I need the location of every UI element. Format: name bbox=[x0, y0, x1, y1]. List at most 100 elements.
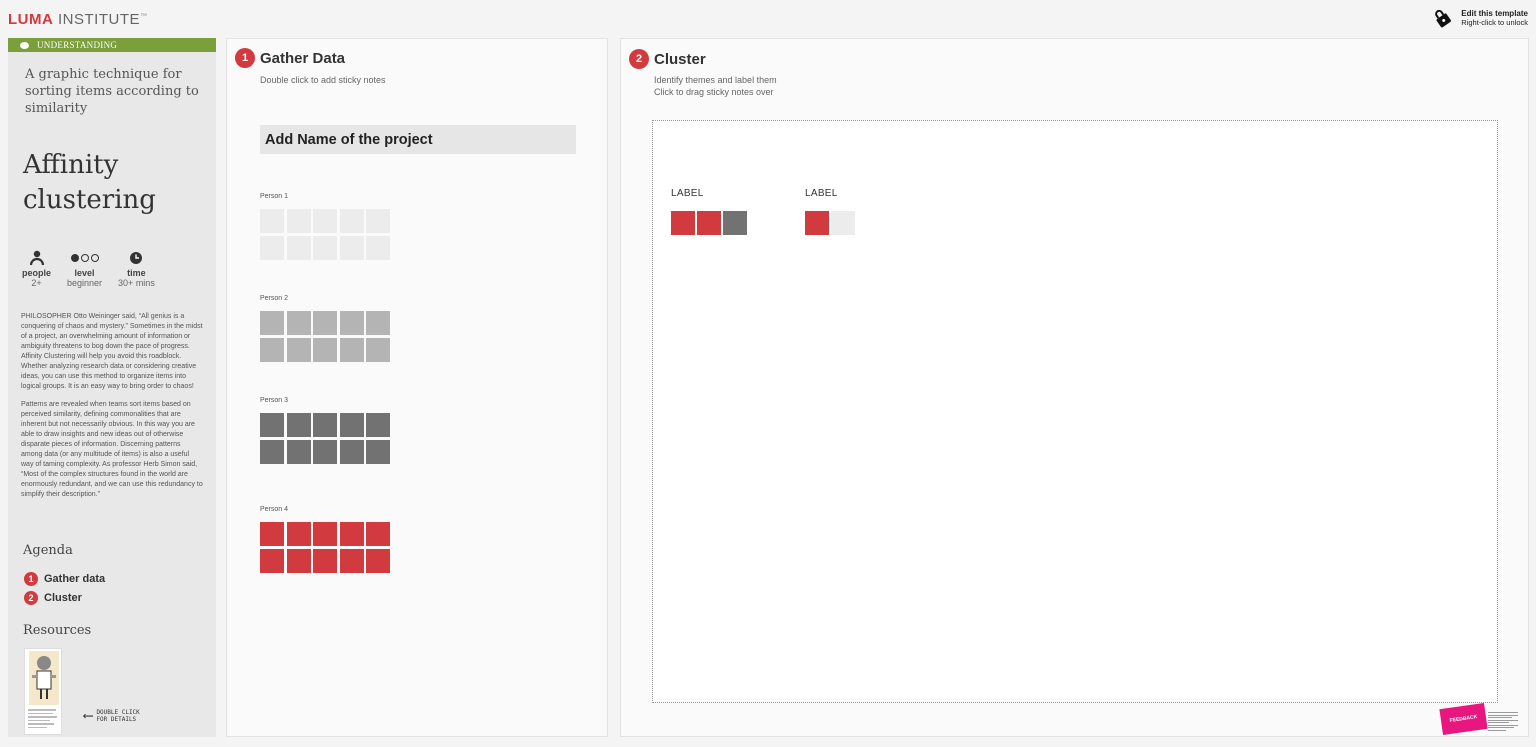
stat-time-value: 30+ mins bbox=[118, 278, 155, 288]
sticky-note[interactable] bbox=[339, 439, 364, 464]
sticky-note[interactable] bbox=[260, 439, 284, 464]
sticky-note[interactable] bbox=[286, 413, 311, 437]
sticky-note[interactable] bbox=[286, 522, 311, 546]
sticky-note[interactable] bbox=[339, 337, 364, 362]
sticky-note[interactable] bbox=[260, 522, 284, 546]
sticky-note[interactable] bbox=[260, 311, 284, 335]
gather-data-title-text: Gather Data bbox=[260, 49, 346, 67]
sticky-note[interactable] bbox=[260, 548, 284, 573]
sticky-note[interactable] bbox=[366, 311, 390, 335]
sticky-note[interactable] bbox=[260, 337, 284, 362]
stat-level: level beginner bbox=[67, 250, 102, 288]
sticky-note[interactable] bbox=[366, 235, 390, 260]
person-2-notes bbox=[260, 311, 390, 362]
sticky-note[interactable] bbox=[723, 211, 747, 235]
sticky-note[interactable] bbox=[366, 337, 390, 362]
brand-name-rest: INSTITUTE bbox=[58, 11, 140, 28]
arrow-left-icon: ⟵ bbox=[84, 708, 93, 724]
resource-card[interactable] bbox=[24, 648, 62, 735]
sticky-note[interactable] bbox=[339, 413, 364, 437]
sticky-note[interactable] bbox=[339, 548, 364, 573]
agenda-item-gather-data[interactable]: 1 Gather data bbox=[24, 569, 105, 588]
sticky-note[interactable] bbox=[313, 235, 337, 260]
method-stats: people 2+ level beginner time 30+ mins bbox=[22, 250, 155, 288]
sticky-note[interactable] bbox=[286, 209, 311, 233]
sticky-note[interactable] bbox=[339, 311, 364, 335]
cluster-subtitle-line2: Click to drag sticky notes over bbox=[654, 87, 774, 97]
gather-data-panel[interactable]: 1 Gather Data Double click to add sticky… bbox=[226, 38, 608, 737]
speech-bubble-icon bbox=[20, 41, 29, 49]
method-tagline: A graphic technique for sorting items ac… bbox=[25, 67, 199, 116]
cluster-group-1-label[interactable]: LABEL bbox=[671, 188, 704, 199]
project-name-field[interactable]: Add Name of the project bbox=[260, 125, 576, 154]
sticky-note[interactable] bbox=[260, 235, 284, 260]
sticky-note[interactable] bbox=[313, 522, 337, 546]
cluster-drop-area[interactable]: LABEL LABEL bbox=[652, 120, 1498, 703]
feedback-text-lines bbox=[1488, 712, 1518, 732]
sticky-note[interactable] bbox=[697, 211, 721, 235]
edit-template-subtitle: Right-click to unlock bbox=[1461, 18, 1528, 27]
sticky-note[interactable] bbox=[313, 209, 337, 233]
sticky-note[interactable] bbox=[366, 522, 390, 546]
cluster-subtitle-line1: Identify themes and label them bbox=[654, 75, 777, 85]
brand-trademark: ™ bbox=[140, 13, 148, 20]
sticky-note[interactable] bbox=[313, 413, 337, 437]
gather-data-subtitle: Double click to add sticky notes bbox=[260, 75, 386, 85]
sticky-note[interactable] bbox=[313, 311, 337, 335]
sticky-note[interactable] bbox=[313, 548, 337, 573]
sticky-note[interactable] bbox=[313, 439, 337, 464]
agenda-item-cluster[interactable]: 2 Cluster bbox=[24, 588, 105, 607]
person-4-notes bbox=[260, 522, 390, 573]
brand-name-red: LUMA bbox=[8, 11, 54, 28]
sticky-note[interactable] bbox=[366, 439, 390, 464]
agenda-list: 1 Gather data 2 Cluster bbox=[24, 569, 105, 607]
whiteboard-canvas: LUMA INSTITUTE™ Edit this template Right… bbox=[0, 0, 1536, 747]
sticky-note[interactable] bbox=[286, 235, 311, 260]
stat-people: people 2+ bbox=[22, 250, 51, 288]
person-3-notes bbox=[260, 413, 390, 464]
sticky-note[interactable] bbox=[286, 548, 311, 573]
person-4-label: Person 4 bbox=[260, 506, 289, 513]
sticky-note[interactable] bbox=[366, 209, 390, 233]
level-dots-icon bbox=[70, 254, 99, 262]
lock-icon bbox=[1435, 9, 1452, 28]
sticky-note[interactable] bbox=[286, 439, 311, 464]
edit-template-notice[interactable]: Edit this template Right-click to unlock bbox=[1431, 7, 1528, 29]
sticky-note[interactable] bbox=[339, 209, 364, 233]
sticky-note[interactable] bbox=[831, 211, 855, 235]
cluster-title-text: Cluster bbox=[654, 50, 706, 68]
sticky-note[interactable] bbox=[260, 413, 284, 437]
stat-people-label: people bbox=[22, 268, 52, 278]
person-1-label: Person 1 bbox=[260, 193, 289, 200]
cluster-group-2-notes bbox=[805, 211, 855, 235]
cluster-panel[interactable]: 2 Cluster Identify themes and label them… bbox=[620, 38, 1529, 737]
sticky-note[interactable] bbox=[339, 522, 364, 546]
feedback-sticker[interactable]: FEEDBACK bbox=[1439, 702, 1518, 736]
feedback-badge: FEEDBACK bbox=[1439, 702, 1488, 736]
person-3-label: Person 3 bbox=[260, 397, 289, 404]
agenda-item-label: Cluster bbox=[44, 591, 82, 604]
sticky-note[interactable] bbox=[671, 211, 695, 235]
description-paragraph-2: Patterns are revealed when teams sort it… bbox=[21, 401, 203, 498]
stat-people-value: 2+ bbox=[31, 278, 42, 288]
sticky-note[interactable] bbox=[260, 209, 284, 233]
sticky-note[interactable] bbox=[339, 235, 364, 260]
luma-logo: LUMA INSTITUTE™ bbox=[8, 11, 148, 28]
sticky-note[interactable] bbox=[286, 311, 311, 335]
sticky-note[interactable] bbox=[286, 337, 311, 362]
sticky-note[interactable] bbox=[366, 413, 390, 437]
sticky-note[interactable] bbox=[313, 337, 337, 362]
person-2-label: Person 2 bbox=[260, 295, 289, 302]
sticky-note[interactable] bbox=[366, 548, 390, 573]
resource-hint: ⟵ DOUBLE CLICK FOR DETAILS bbox=[84, 709, 140, 723]
resource-hint-line1: DOUBLE CLICK bbox=[96, 709, 140, 716]
cluster-group-1-notes bbox=[671, 211, 747, 235]
resource-card-text-lines bbox=[28, 709, 59, 730]
person-1-notes bbox=[260, 209, 390, 260]
category-label: UNDERSTANDING bbox=[37, 40, 118, 50]
method-description: PHILOSOPHER Otto Weininger said, “All ge… bbox=[21, 312, 203, 508]
resource-illustration-icon bbox=[29, 651, 59, 705]
method-title-line1: Affinity bbox=[23, 150, 119, 180]
cluster-group-2-label[interactable]: LABEL bbox=[805, 188, 838, 199]
sticky-note[interactable] bbox=[805, 211, 829, 235]
